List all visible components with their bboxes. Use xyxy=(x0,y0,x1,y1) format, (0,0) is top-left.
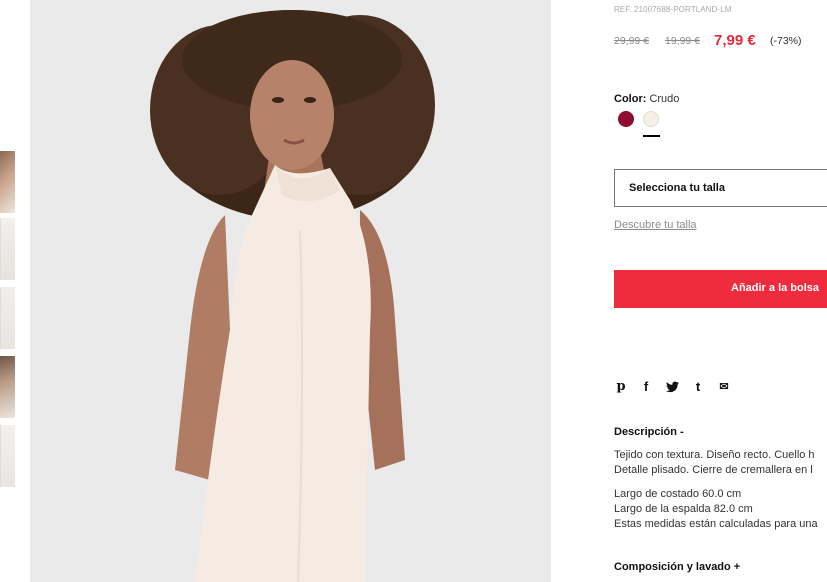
color-value: Crudo xyxy=(649,93,680,105)
tumblr-icon[interactable]: t xyxy=(691,379,705,395)
description-line: Estas medidas están calculadas para una xyxy=(614,518,818,530)
model-photo xyxy=(30,0,551,582)
current-price: 7,99 € xyxy=(714,32,756,49)
add-to-bag-label: Añadir a la bolsa xyxy=(731,282,820,294)
size-guide-link[interactable]: Descubre tu talla xyxy=(614,219,697,231)
thumbnail-4[interactable] xyxy=(0,356,15,418)
thumbnail-strip xyxy=(0,0,16,582)
size-select[interactable]: Selecciona tu talla xyxy=(614,169,827,207)
pinterest-icon[interactable]: p xyxy=(614,379,628,395)
facebook-icon[interactable]: f xyxy=(639,379,653,395)
original-price: 29,99 € xyxy=(614,35,650,47)
selected-swatch-indicator xyxy=(643,135,660,137)
description-line: Largo de costado 60.0 cm xyxy=(614,488,742,500)
previous-price: 19,99 € xyxy=(665,35,701,47)
color-swatch-crudo[interactable] xyxy=(643,111,659,127)
description-line: Detalle plisado. Cierre de cremallera en… xyxy=(614,464,813,476)
size-select-label: Selecciona tu talla xyxy=(629,182,725,194)
thumbnail-2[interactable] xyxy=(0,218,15,280)
email-icon[interactable]: ✉ xyxy=(717,379,731,395)
twitter-icon[interactable] xyxy=(665,379,679,395)
description-line: Largo de la espalda 82.0 cm xyxy=(614,503,753,515)
product-main-image[interactable] xyxy=(30,0,551,582)
color-label: Color: xyxy=(614,93,647,105)
add-to-bag-button[interactable]: Añadir a la bolsa xyxy=(614,270,827,308)
product-info-panel: REF. 21007688-PORTLAND-LM 29,99 € 19,99 … xyxy=(614,0,827,582)
description-line: Tejido con textura. Diseño recto. Cuello… xyxy=(614,449,815,461)
discount-badge: (-73%) xyxy=(770,35,802,47)
thumbnail-5[interactable] xyxy=(0,425,15,487)
product-reference: REF. 21007688-PORTLAND-LM xyxy=(614,5,732,14)
thumbnail-3[interactable] xyxy=(0,287,15,349)
description-toggle[interactable]: Descripción - xyxy=(614,426,684,438)
composition-toggle[interactable]: Composición y lavado + xyxy=(614,561,740,573)
color-swatch-burgundy[interactable] xyxy=(618,111,634,127)
color-selector-label: Color: Crudo xyxy=(614,93,679,105)
thumbnail-1[interactable] xyxy=(0,151,15,213)
